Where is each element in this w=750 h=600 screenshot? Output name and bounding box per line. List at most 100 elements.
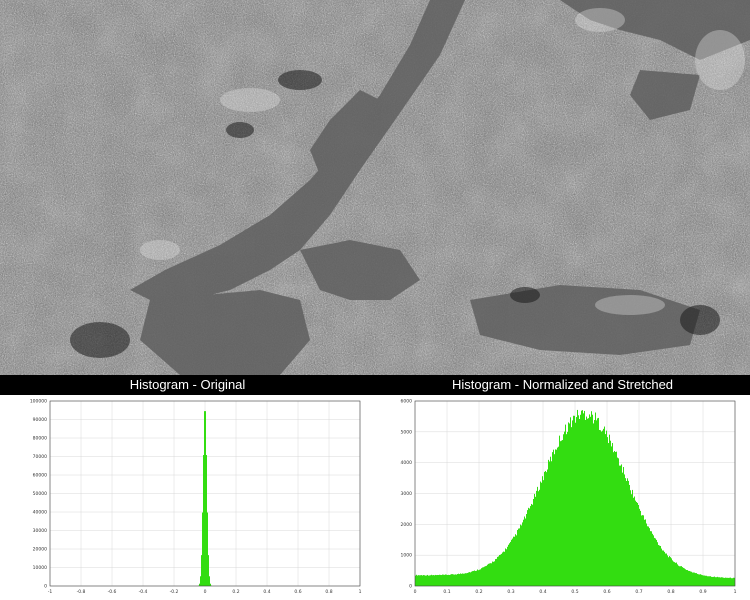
histogram-bar	[204, 411, 205, 586]
x-tick-label: 0.2	[232, 589, 239, 595]
histogram-bar	[602, 430, 603, 586]
histogram-bar	[568, 422, 569, 586]
histogram-bar	[597, 418, 598, 586]
x-tick-label: 0.8	[325, 589, 332, 595]
histogram-bar	[575, 422, 576, 586]
x-tick-label: -0.2	[170, 589, 179, 595]
histogram-bar	[724, 577, 725, 586]
histogram-bar	[682, 567, 683, 586]
histogram-bar	[569, 423, 570, 586]
histogram-bar	[670, 557, 671, 586]
histogram-bar	[502, 552, 503, 586]
histogram-bar	[460, 573, 461, 586]
histogram-bar	[574, 415, 575, 586]
histogram-bar	[432, 575, 433, 586]
x-tick-label: -0.6	[108, 589, 117, 595]
histogram-bar	[658, 544, 659, 586]
histogram-bar	[617, 457, 618, 586]
histogram-bar	[447, 575, 448, 586]
histogram-bar	[612, 443, 613, 586]
histogram-bar	[523, 519, 524, 586]
histogram-bar	[667, 555, 668, 586]
histogram-bar	[661, 548, 662, 586]
histogram-bar	[610, 440, 611, 586]
histogram-bar	[619, 465, 620, 586]
histogram-bar	[536, 490, 537, 586]
histogram-bar	[463, 573, 464, 586]
histogram-bar	[520, 524, 521, 586]
histogram-bar	[683, 567, 684, 586]
histogram-bar	[449, 574, 450, 586]
histogram-bar	[633, 497, 634, 586]
x-tick-label: 1	[359, 589, 362, 595]
histogram-bar	[507, 546, 508, 586]
histogram-bar	[478, 570, 479, 586]
y-tick-label: 10000	[33, 565, 47, 571]
histogram-bar	[423, 575, 424, 586]
histogram-bar	[676, 562, 677, 586]
histogram-bar	[465, 573, 466, 586]
histogram-bar	[468, 572, 469, 586]
histogram-bar	[201, 555, 202, 586]
histogram-bar	[588, 418, 589, 586]
histogram-bar	[461, 573, 462, 586]
histogram-bar	[519, 528, 520, 586]
histogram-bar	[587, 418, 588, 586]
histogram-bar	[504, 551, 505, 586]
histogram-bar	[678, 565, 679, 586]
histogram-bar	[437, 574, 438, 586]
histogram-bar	[433, 575, 434, 586]
histogram-bar	[663, 550, 664, 586]
histogram-bar	[457, 574, 458, 586]
x-tick-label: 0.2	[475, 589, 482, 595]
histogram-bar	[426, 575, 427, 586]
histogram-bar	[685, 569, 686, 586]
histogram-bar	[473, 570, 474, 586]
histogram-bar	[684, 568, 685, 586]
x-tick-label: 0.6	[294, 589, 301, 595]
histogram-bar	[595, 412, 596, 586]
histogram-bar	[498, 556, 499, 586]
histogram-bar	[416, 574, 417, 586]
histogram-bar	[636, 501, 637, 586]
histogram-bar	[640, 510, 641, 586]
histogram-bar	[644, 519, 645, 586]
histogram-bar	[479, 569, 480, 586]
histogram-bar	[616, 451, 617, 586]
histogram-bar	[441, 575, 442, 586]
histogram-bar	[546, 472, 547, 586]
histogram-bar	[692, 572, 693, 586]
histogram-bar	[445, 574, 446, 586]
histogram-bar	[673, 561, 674, 586]
histogram-bar	[594, 419, 595, 586]
histogram-bar	[424, 575, 425, 586]
histogram-bar	[207, 512, 208, 586]
y-tick-label: 40000	[33, 510, 47, 516]
histogram-bar	[526, 514, 527, 586]
histogram-bar	[703, 575, 704, 586]
histogram-bar	[425, 575, 426, 586]
x-tick-label: 0.8	[667, 589, 674, 595]
histogram-bar	[541, 482, 542, 586]
x-tick-label: 0.3	[507, 589, 514, 595]
histogram-bar	[711, 576, 712, 586]
histogram-bar	[488, 563, 489, 586]
histogram-bar	[639, 508, 640, 586]
histogram-bar	[704, 575, 705, 586]
histogram-bar	[577, 409, 578, 586]
histogram-bar	[697, 573, 698, 586]
histogram-bar	[674, 562, 675, 586]
histogram-bar	[517, 530, 518, 586]
y-tick-label: 80000	[33, 436, 47, 442]
histogram-bar	[528, 507, 529, 586]
histogram-bar	[642, 515, 643, 586]
histogram-bar	[485, 566, 486, 586]
histogram-bar	[649, 528, 650, 586]
histogram-bar	[665, 553, 666, 586]
histogram-bar	[671, 558, 672, 586]
histogram-bar	[723, 577, 724, 586]
y-tick-label: 60000	[33, 473, 47, 479]
histogram-bar	[542, 476, 543, 586]
histogram-bar	[471, 571, 472, 586]
histogram-bar	[481, 568, 482, 586]
